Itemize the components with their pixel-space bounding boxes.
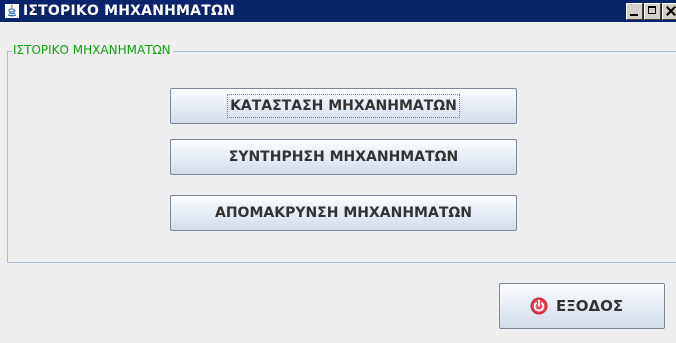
machine-status-button[interactable]: ΚΑΤΑΣΤΑΣΗ ΜΗΧΑΝΗΜΑΤΩΝ xyxy=(170,88,517,124)
exit-button-label: ΕΞΟΔΟΣ xyxy=(556,297,624,315)
machine-removal-button[interactable]: ΑΠΟΜΑΚΡΥΝΣΗ ΜΗΧΑΝΗΜΑΤΩΝ xyxy=(170,195,517,231)
machine-maintenance-button-label: ΣΥΝΤΗΡΗΣΗ ΜΗΧΑΝΗΜΑΤΩΝ xyxy=(228,149,459,165)
close-icon[interactable] xyxy=(662,3,676,20)
machine-maintenance-button[interactable]: ΣΥΝΤΗΡΗΣΗ ΜΗΧΑΝΗΜΑΤΩΝ xyxy=(170,139,517,175)
machine-removal-button-label: ΑΠΟΜΑΚΡΥΝΣΗ ΜΗΧΑΝΗΜΑΤΩΝ xyxy=(215,205,472,221)
group-title: ΙΣΤΟΡΙΚΟ ΜΗΧΑΝΗΜΑΤΩΝ xyxy=(12,43,173,58)
application-window: ΙΣΤΟΡΙΚΟ ΜΗΧΑΝΗΜΑΤΩΝ ΙΣΤΟΡΙΚΟ ΜΗΧΑΝΗΜΑΤΩ… xyxy=(0,0,676,343)
minimize-icon[interactable] xyxy=(626,3,643,20)
title-bar[interactable]: ΙΣΤΟΡΙΚΟ ΜΗΧΑΝΗΜΑΤΩΝ xyxy=(0,0,676,22)
machine-status-button-label: ΚΑΤΑΣΤΑΣΗ ΜΗΧΑΝΗΜΑΤΩΝ xyxy=(227,94,460,118)
exit-icon xyxy=(530,297,548,315)
maximize-icon[interactable] xyxy=(644,3,661,20)
java-icon xyxy=(5,4,19,18)
exit-button[interactable]: ΕΞΟΔΟΣ xyxy=(499,283,665,329)
window-title: ΙΣΤΟΡΙΚΟ ΜΗΧΑΝΗΜΑΤΩΝ xyxy=(23,3,235,19)
